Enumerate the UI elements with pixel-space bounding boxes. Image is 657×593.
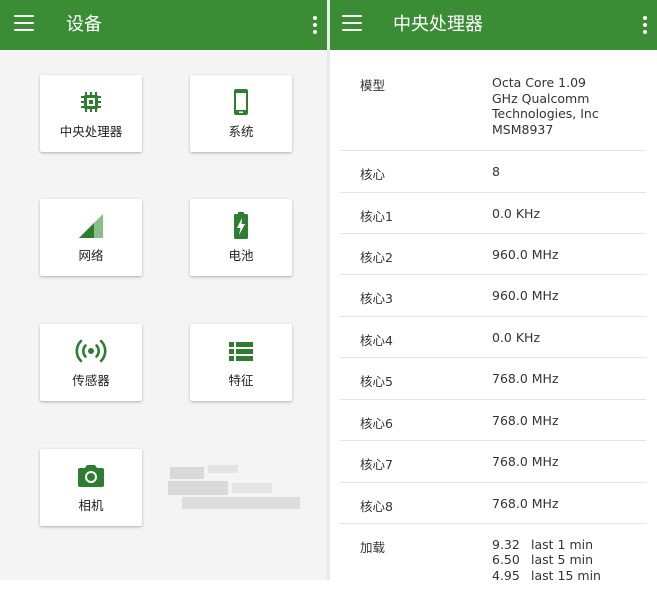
card-label: 网络 bbox=[78, 248, 104, 263]
spec-value: Octa Core 1.09 GHz Qualcomm Technologies… bbox=[492, 75, 599, 137]
load-1min: 9.32 last 1 min bbox=[492, 536, 594, 552]
spec-key: 核心7 bbox=[360, 456, 393, 472]
table-row: 核心2 960.0 MHz bbox=[340, 233, 646, 274]
card-sensors[interactable]: 传感器 bbox=[40, 324, 142, 401]
spec-key: 加载 bbox=[360, 539, 386, 555]
spec-key: 核心 bbox=[360, 166, 386, 182]
blurred-watermark bbox=[168, 465, 300, 513]
menu-icon[interactable] bbox=[14, 15, 34, 31]
list-icon bbox=[229, 342, 253, 361]
cpu-info-table: 模型 Octa Core 1.09 GHz Qualcomm Technolog… bbox=[340, 62, 646, 593]
spec-value: 768.0 MHz bbox=[492, 453, 559, 469]
card-camera[interactable]: 相机 bbox=[40, 449, 142, 526]
table-row: 核心4 0.0 KHz bbox=[340, 316, 646, 357]
card-label: 系统 bbox=[228, 124, 254, 139]
spec-key: 核心2 bbox=[360, 249, 393, 265]
spec-value: 8 bbox=[492, 163, 500, 179]
card-label: 电池 bbox=[228, 248, 254, 263]
card-system[interactable]: 系统 bbox=[190, 75, 292, 152]
cpu-screen: 中央处理器 模型 Octa Core 1.09 GHz Qualcomm Tec… bbox=[330, 0, 657, 583]
spec-key: 核心5 bbox=[360, 373, 393, 389]
load-5min: 6.50 last 5 min bbox=[492, 552, 594, 567]
table-row: 加载 9.32 last 1 min 6.50 last 5 min 4.95 las… bbox=[340, 523, 646, 593]
spec-key: 核心1 bbox=[360, 208, 393, 224]
card-label: 特征 bbox=[228, 373, 254, 388]
card-label: 中央处理器 bbox=[59, 124, 123, 139]
spec-value: 768.0 MHz bbox=[492, 495, 559, 511]
page-title: 设备 bbox=[66, 14, 102, 35]
spec-value: 960.0 MHz bbox=[492, 287, 559, 303]
table-row: 核心1 0.0 KHz bbox=[340, 192, 646, 233]
spec-value: 0.0 KHz bbox=[492, 205, 541, 221]
card-battery[interactable]: 电池 bbox=[190, 199, 292, 276]
camera-icon bbox=[78, 465, 104, 487]
load-values: 9.32 last 1 min 6.50 last 5 min 4.95 last 1… bbox=[492, 523, 646, 593]
spec-value: 960.0 MHz bbox=[492, 246, 559, 262]
card-label: 传感器 bbox=[72, 373, 110, 388]
more-options-icon[interactable] bbox=[643, 16, 647, 34]
cellular-signal-icon bbox=[79, 214, 103, 238]
smartphone-icon bbox=[234, 89, 248, 115]
spec-key: 核心4 bbox=[360, 332, 393, 348]
load-15min: 4.95 last 15 min bbox=[492, 567, 601, 583]
spec-value: 768.0 MHz bbox=[492, 412, 559, 428]
spec-key: 模型 bbox=[360, 78, 386, 93]
table-row: 模型 Octa Core 1.09 GHz Qualcomm Technolog… bbox=[340, 62, 646, 150]
page-title: 中央处理器 bbox=[393, 14, 483, 35]
battery-charging-icon bbox=[234, 212, 248, 239]
card-cpu[interactable]: 中央处理器 bbox=[40, 75, 142, 152]
table-row: 核心6 768.0 MHz bbox=[340, 399, 646, 440]
table-row: 核心5 768.0 MHz bbox=[340, 357, 646, 399]
spec-key: 核心6 bbox=[360, 415, 393, 431]
sensor-waves-icon bbox=[75, 339, 107, 363]
app-bar: 设备 bbox=[0, 0, 327, 50]
menu-icon[interactable] bbox=[342, 15, 362, 31]
spec-value: 768.0 MHz bbox=[492, 370, 559, 386]
spec-key: 核心3 bbox=[360, 290, 393, 306]
more-options-icon[interactable] bbox=[313, 16, 317, 34]
devices-screen: 设备 中央处理器 系统 网络 电池 传感器 特征 相机 bbox=[0, 0, 327, 580]
table-row: 核心8 768.0 MHz bbox=[340, 482, 646, 523]
cpu-chip-icon bbox=[81, 92, 101, 112]
card-label: 相机 bbox=[78, 498, 104, 513]
table-row: 核心 8 bbox=[340, 150, 646, 192]
spec-value: 0.0 KHz bbox=[492, 329, 541, 345]
table-row: 核心7 768.0 MHz bbox=[340, 440, 646, 482]
app-bar: 中央处理器 bbox=[330, 0, 657, 50]
table-row: 核心3 960.0 MHz bbox=[340, 274, 646, 316]
card-network[interactable]: 网络 bbox=[40, 199, 142, 276]
card-features[interactable]: 特征 bbox=[190, 324, 292, 401]
spec-key: 核心8 bbox=[360, 498, 393, 514]
